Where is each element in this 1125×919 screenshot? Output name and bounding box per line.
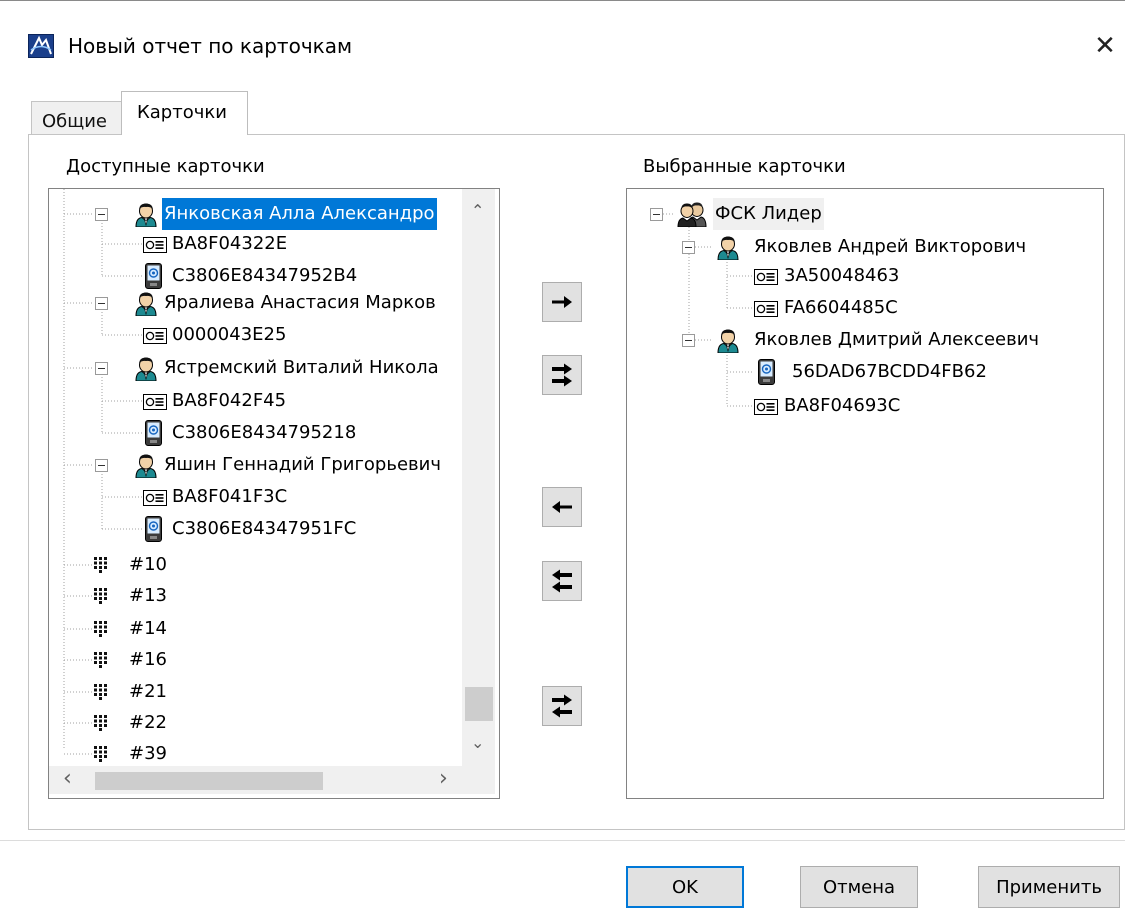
- collapse-toggle[interactable]: [682, 334, 695, 347]
- keypad-icon: [94, 684, 108, 700]
- tree-node-label: 0000043E25: [172, 324, 287, 345]
- id-card-icon: [143, 237, 167, 253]
- scroll-up-icon[interactable]: ⌃: [471, 201, 484, 221]
- tree-node-label: BA8F041F3C: [172, 486, 288, 507]
- scroll-right-icon[interactable]: ›: [439, 768, 448, 790]
- person-icon: [135, 292, 157, 316]
- person-icon: [717, 329, 739, 353]
- tree-node-label: BA8F04322E: [172, 233, 288, 254]
- available-cards-tree[interactable]: Янковская Алла Александро BA8F04322E C38…: [48, 188, 500, 799]
- keypad-icon: [94, 621, 108, 637]
- ok-button[interactable]: OK: [626, 866, 744, 908]
- id-card-icon: [143, 328, 167, 344]
- keypad-icon: [94, 746, 108, 762]
- collapse-toggle[interactable]: [682, 241, 695, 254]
- arrow-left-icon: [552, 501, 572, 513]
- tree-node-label: Яралиева Анастасия Марков: [164, 292, 436, 313]
- scroll-thumb[interactable]: [465, 687, 493, 721]
- tab-cards[interactable]: Карточки: [121, 91, 248, 135]
- person-icon: [135, 454, 157, 478]
- phone-tag-icon: [145, 420, 162, 446]
- tree-node-label: #21: [129, 681, 167, 702]
- keypad-icon: [94, 557, 108, 573]
- tree-node-label: #13: [129, 585, 167, 606]
- double-arrow-left-icon: [552, 569, 572, 593]
- group-icon: [677, 201, 709, 227]
- available-cards-label: Доступные карточки: [66, 156, 265, 177]
- move-left-button[interactable]: [542, 487, 582, 527]
- keypad-icon: [94, 652, 108, 668]
- dialog-footer-divider: [0, 840, 1125, 841]
- id-card-icon: [754, 269, 778, 285]
- tree-node-label: 3A50048463: [784, 265, 900, 286]
- person-icon: [135, 203, 157, 227]
- id-card-icon: [754, 301, 778, 317]
- tree-node-label: ФСК Лидер: [713, 198, 824, 230]
- move-right-button[interactable]: [542, 282, 582, 322]
- collapse-toggle[interactable]: [95, 362, 108, 375]
- apply-button[interactable]: Применить: [978, 866, 1120, 908]
- person-icon: [135, 357, 157, 381]
- phone-tag-icon: [145, 263, 162, 289]
- id-card-icon: [754, 399, 778, 415]
- tree-node-label: Яковлев Дмитрий Алексеевич: [754, 329, 1040, 350]
- tree-node-label: Янковская Алла Александро: [162, 198, 437, 230]
- id-card-icon: [143, 394, 167, 410]
- horizontal-scrollbar[interactable]: ‹ ›: [49, 766, 495, 794]
- double-arrow-right-icon: [552, 363, 572, 387]
- window-title: Новый отчет по карточкам: [68, 34, 353, 58]
- app-icon: [28, 34, 54, 58]
- scroll-down-icon[interactable]: ⌄: [471, 733, 484, 753]
- tree-node-label: Яшин Геннадий Григорьевич: [164, 454, 441, 475]
- tree-node-label: BA8F042F45: [172, 390, 287, 411]
- close-icon[interactable]: ✕: [1088, 29, 1122, 63]
- scroll-thumb[interactable]: [95, 772, 323, 790]
- tree-node-label: #10: [129, 554, 167, 575]
- tree-node-label: #14: [129, 618, 167, 639]
- tree-node-label: Яковлев Андрей Викторович: [754, 236, 1027, 257]
- collapse-toggle[interactable]: [95, 297, 108, 310]
- tree-node-label: BA8F04693C: [784, 395, 901, 416]
- keypad-icon: [94, 588, 108, 604]
- tree-node-label: #22: [129, 712, 167, 733]
- tree-node-person[interactable]: Янковская Алла Александро: [49, 198, 499, 230]
- swap-button[interactable]: [542, 686, 582, 726]
- tree-node-label: Ястремский Виталий Никола: [164, 357, 439, 378]
- keypad-icon: [94, 715, 108, 731]
- tree-node-label: #16: [129, 649, 167, 670]
- tree-node-company[interactable]: ФСК Лидер: [627, 198, 1103, 230]
- collapse-toggle[interactable]: [95, 459, 108, 472]
- move-all-right-button[interactable]: [542, 355, 582, 395]
- move-all-left-button[interactable]: [542, 561, 582, 601]
- scroll-left-icon[interactable]: ‹: [63, 768, 72, 790]
- collapse-toggle[interactable]: [650, 208, 663, 221]
- arrow-right-icon: [552, 296, 572, 308]
- selected-cards-label: Выбранные карточки: [643, 156, 846, 177]
- tree-node-label: 56DAD67BCDD4FB62: [792, 361, 987, 382]
- swap-arrows-icon: [552, 694, 572, 718]
- selected-cards-tree[interactable]: ФСК Лидер Яковлев Андрей Викторович 3A50…: [626, 188, 1104, 799]
- phone-tag-icon: [145, 516, 162, 542]
- person-icon: [717, 236, 739, 260]
- tree-node-label: C3806E84347951FC: [172, 518, 357, 539]
- tab-general[interactable]: Общие: [31, 101, 122, 135]
- tree-node-label: FA6604485C: [784, 297, 898, 318]
- tree-node-label: C3806E8434795218: [172, 422, 357, 443]
- phone-tag-icon: [758, 359, 775, 385]
- title-bar: Новый отчет по карточкам ✕: [0, 0, 1125, 90]
- cancel-button[interactable]: Отмена: [800, 866, 918, 908]
- collapse-toggle[interactable]: [95, 208, 108, 221]
- vertical-scrollbar[interactable]: ⌃ ⌄: [462, 189, 495, 767]
- id-card-icon: [143, 490, 167, 506]
